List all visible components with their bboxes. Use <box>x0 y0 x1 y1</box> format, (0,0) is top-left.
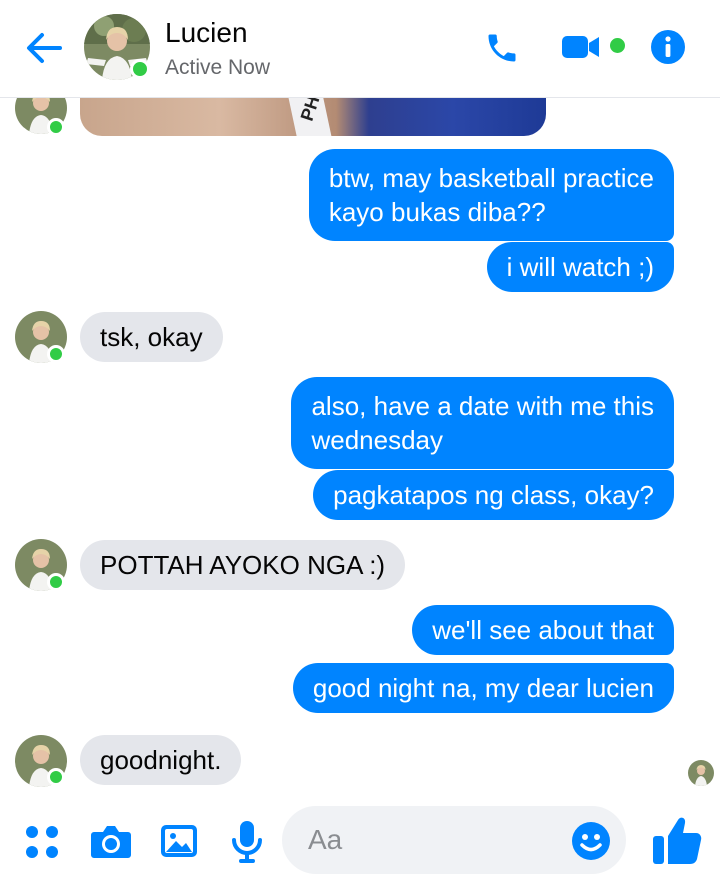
video-available-dot <box>610 38 625 53</box>
online-status-dot <box>47 573 65 591</box>
conversation-header: Lucien Active Now <box>0 0 720 98</box>
info-icon[interactable] <box>650 29 686 65</box>
message-bubble-received[interactable]: POTTAH AYOKO NGA :) <box>80 540 406 590</box>
message-text: also, have a date with me this <box>311 391 654 421</box>
message-bubble-sent[interactable]: i will watch ;) <box>486 242 674 292</box>
message-text: good night na, my dear lucien <box>312 673 654 703</box>
online-status-dot <box>47 768 65 786</box>
message-bubble-sent[interactable]: also, have a date with me this wednesday <box>291 377 674 469</box>
emoji-icon[interactable] <box>571 821 611 861</box>
contact-active-status: Active Now <box>165 56 271 79</box>
message-bubble-sent[interactable]: we'll see about that <box>412 605 674 655</box>
message-thread[interactable]: PH btw, may basketball practice kayo buk… <box>0 98 720 791</box>
message-text: i will watch ;) <box>506 252 654 282</box>
message-bubble-sent[interactable]: btw, may basketball practice kayo bukas … <box>308 149 674 241</box>
online-status-dot <box>47 118 65 136</box>
message-text: btw, may basketball practice <box>328 163 654 193</box>
message-text: we'll see about that <box>432 615 654 645</box>
image-attachment[interactable]: PH <box>80 98 546 136</box>
message-text: wednesday <box>311 425 444 455</box>
apps-icon[interactable] <box>24 824 60 860</box>
thumbs-up-icon[interactable] <box>652 814 702 866</box>
gallery-icon[interactable] <box>160 822 198 860</box>
message-bubble-received[interactable]: tsk, okay <box>80 312 223 362</box>
back-arrow-icon[interactable] <box>22 26 66 70</box>
microphone-icon[interactable] <box>230 820 264 864</box>
message-text: kayo bukas diba?? <box>328 197 546 227</box>
message-input-placeholder: Aa <box>308 824 343 855</box>
seen-receipt-avatar <box>688 760 714 786</box>
video-icon[interactable] <box>561 32 601 62</box>
message-text: POTTAH AYOKO NGA :) <box>100 550 386 580</box>
message-bubble-sent[interactable]: pagkatapos ng class, okay? <box>313 470 674 520</box>
message-bubble-sent[interactable]: good night na, my dear lucien <box>292 663 674 713</box>
online-status-dot <box>130 59 150 79</box>
message-text: pagkatapos ng class, okay? <box>333 480 654 510</box>
message-text: tsk, okay <box>100 322 203 352</box>
message-text: goodnight. <box>100 745 222 775</box>
phone-icon[interactable] <box>484 30 520 66</box>
contact-name[interactable]: Lucien <box>165 17 248 49</box>
camera-icon[interactable] <box>90 822 132 860</box>
online-status-dot <box>47 345 65 363</box>
message-bubble-received[interactable]: goodnight. <box>80 735 242 785</box>
